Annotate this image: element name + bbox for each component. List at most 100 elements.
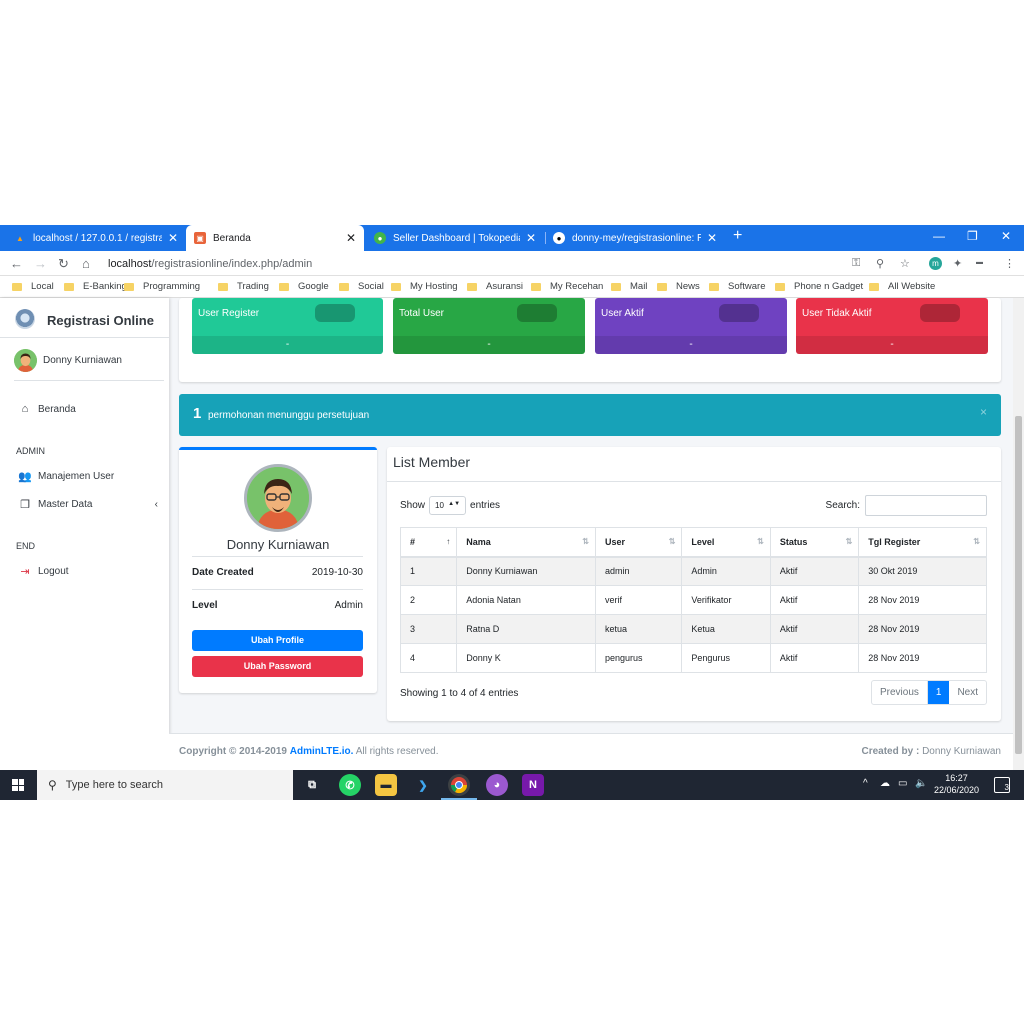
bookmark-item[interactable]: All Website xyxy=(869,281,935,292)
scrollbar-thumb[interactable] xyxy=(1015,416,1022,754)
alert-count: 1 xyxy=(193,405,202,422)
next-button[interactable]: Next xyxy=(949,681,986,704)
brand[interactable]: Registrasi Online xyxy=(0,298,169,338)
menu-icon[interactable]: ⋮ xyxy=(1004,257,1015,270)
window-close-icon[interactable]: ✕ xyxy=(1001,229,1011,243)
bookmark-item[interactable]: Asuransi xyxy=(467,281,523,292)
taskbar-search[interactable]: ⚲ Type here to search xyxy=(37,770,293,800)
home-browser-icon[interactable]: ⌂ xyxy=(82,256,90,271)
infobox-footer[interactable]: - xyxy=(595,336,787,354)
column-header[interactable]: Status ⇅ xyxy=(769,527,860,558)
bookmark-item[interactable]: E-Banking xyxy=(64,281,127,292)
chrome-icon[interactable] xyxy=(448,774,470,796)
users-icon xyxy=(719,304,759,322)
file-explorer-icon[interactable]: ▬ xyxy=(375,774,397,796)
back-icon[interactable]: ← xyxy=(10,256,23,271)
bookmark-item[interactable]: Mail xyxy=(611,281,647,292)
forward-icon[interactable]: → xyxy=(34,256,47,271)
entries-select[interactable]: 10 ▲▼ xyxy=(429,496,467,515)
sidebar-item-master-data[interactable]: ❐ Master Data ‹ xyxy=(18,498,158,511)
volume-icon[interactable]: 🔈 xyxy=(915,778,927,789)
search-input[interactable] xyxy=(865,495,987,516)
logo xyxy=(15,309,35,329)
avatar xyxy=(244,464,312,532)
users-icon: 👥 xyxy=(18,471,32,483)
taskbar-clock[interactable]: 16:27 22/06/2020 xyxy=(934,772,979,796)
close-icon[interactable]: ✕ xyxy=(526,231,536,245)
column-header[interactable]: Nama ⇅ xyxy=(456,527,596,558)
app-cat-icon[interactable]: ◕ xyxy=(486,774,508,796)
network-icon[interactable]: ▭ xyxy=(898,778,907,789)
sidebar-item-logout[interactable]: ⇥ Logout xyxy=(18,565,68,578)
windows-start-icon[interactable] xyxy=(12,779,24,791)
infobox-footer[interactable]: - xyxy=(796,336,988,354)
url-host: localhost xyxy=(108,257,152,270)
column-header[interactable]: Level ⇅ xyxy=(681,527,771,558)
minimize-icon[interactable]: — xyxy=(933,229,945,243)
folder-icon xyxy=(657,282,667,291)
onenote-icon[interactable]: N xyxy=(522,774,544,796)
infobox-footer[interactable]: - xyxy=(192,336,383,354)
extension-badge-icon[interactable]: ▬ xyxy=(976,259,983,266)
clock-date: 22/06/2020 xyxy=(934,785,980,795)
sidebar-header-end: END xyxy=(16,541,36,551)
column-header[interactable]: User ⇅ xyxy=(594,527,683,558)
column-header[interactable]: # ↑ xyxy=(399,527,458,558)
bookmark-item[interactable]: Local xyxy=(12,281,54,292)
adminlte-link[interactable]: AdminLTE.io. xyxy=(290,746,354,757)
tab-beranda[interactable]: ▣ Beranda ✕ xyxy=(186,225,364,251)
bookmark-item[interactable]: News xyxy=(657,281,700,292)
cloud-icon[interactable]: ☁ xyxy=(880,778,890,789)
task-view-icon[interactable]: ⧉ xyxy=(301,774,323,796)
vscode-icon[interactable]: ❯ xyxy=(412,774,434,796)
infobox-total-user[interactable]: Total User - xyxy=(393,298,585,354)
bookmark-item[interactable]: My Hosting xyxy=(391,281,458,292)
close-icon[interactable]: × xyxy=(980,405,987,419)
bookmark-label: Local xyxy=(31,281,54,292)
close-icon[interactable]: ✕ xyxy=(168,231,178,245)
screenshot-frame: ▲ localhost / 127.0.0.1 / registrasi_o ✕… xyxy=(0,225,1024,800)
bookmark-item[interactable]: Social xyxy=(339,281,384,292)
bookmark-label: Trading xyxy=(237,281,269,292)
tab-github[interactable]: ● donny-mey/registrasionline: Reg ✕ xyxy=(545,225,725,251)
table-cell: Aktif xyxy=(769,614,860,644)
close-icon[interactable]: ✕ xyxy=(346,231,356,245)
profile-avatar-icon[interactable]: m xyxy=(929,257,942,270)
new-tab-icon[interactable]: + xyxy=(733,227,742,245)
chevron-up-icon[interactable]: ^ xyxy=(863,778,868,789)
tab-phpmyadmin[interactable]: ▲ localhost / 127.0.0.1 / registrasi_o ✕ xyxy=(6,225,186,251)
extensions-icon[interactable]: ✦ xyxy=(953,257,962,270)
close-icon[interactable]: ✕ xyxy=(707,231,717,245)
ubah-password-button[interactable]: Ubah Password xyxy=(192,656,363,677)
page-scrollbar[interactable] xyxy=(1013,298,1024,770)
bookmark-item[interactable]: Programming xyxy=(124,281,200,292)
sidebar-item-label: Master Data xyxy=(38,499,93,510)
tab-tokopedia[interactable]: ● Seller Dashboard | Tokopedia ✕ xyxy=(366,225,544,251)
notification-icon[interactable]: 3 xyxy=(994,777,1010,793)
user-panel[interactable]: Donny Kurniawan xyxy=(14,349,164,381)
sidebar-item-manajemen-user[interactable]: 👥 Manajemen User xyxy=(18,470,114,483)
bookmark-item[interactable]: My Recehan xyxy=(531,281,603,292)
bookmark-item[interactable]: Trading xyxy=(218,281,269,292)
ubah-profile-button[interactable]: Ubah Profile xyxy=(192,630,363,651)
infobox-user-tidak-aktif[interactable]: User Tidak Aktif - xyxy=(796,298,988,354)
bookmark-item[interactable]: Phone n Gadget xyxy=(775,281,863,292)
zoom-icon[interactable]: ⚲ xyxy=(876,257,884,270)
sidebar-item-beranda[interactable]: ⌂ Beranda xyxy=(18,403,76,415)
key-icon[interactable]: ⚿ xyxy=(852,257,860,270)
page-1-button[interactable]: 1 xyxy=(927,681,950,704)
bookmark-item[interactable]: Software xyxy=(709,281,766,292)
bookmark-item[interactable]: Google xyxy=(279,281,329,292)
restore-icon[interactable]: ❐ xyxy=(967,229,978,243)
previous-button[interactable]: Previous xyxy=(872,681,928,704)
whatsapp-icon[interactable]: ✆ xyxy=(339,774,361,796)
star-icon[interactable]: ☆ xyxy=(900,257,910,270)
column-header[interactable]: Tgl Register ⇅ xyxy=(858,527,987,558)
reload-icon[interactable]: ↻ xyxy=(58,256,69,272)
table-header-row: # ↑ Nama ⇅ User ⇅ Level ⇅ Status ⇅ Tgl Register ⇅ xyxy=(399,527,987,558)
infobox-user-register[interactable]: User Register - xyxy=(192,298,383,354)
url-bar[interactable]: i localhost/registrasionline/index.php/a… xyxy=(108,254,924,506)
table-cell: 30 Okt 2019 xyxy=(858,556,987,586)
infobox-user-aktif[interactable]: User Aktif - xyxy=(595,298,787,354)
infobox-footer[interactable]: - xyxy=(393,336,585,354)
